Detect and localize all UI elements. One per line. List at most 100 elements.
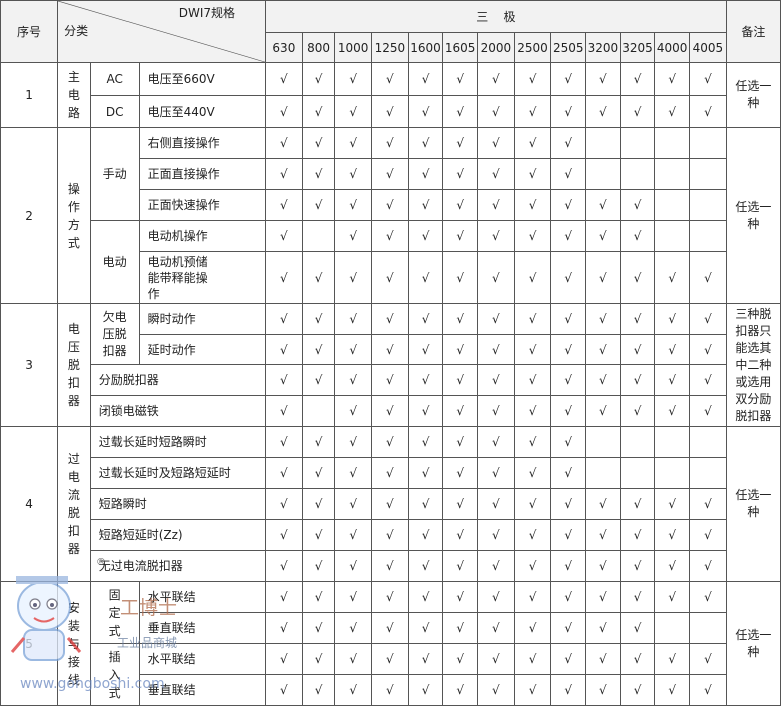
check-cell: √ xyxy=(585,364,621,396)
remark-cell: 任选一种 xyxy=(725,127,781,304)
check-cell: √ xyxy=(265,158,303,190)
row-desc: 瞬时动作 xyxy=(138,303,267,335)
check-cell: √ xyxy=(550,303,587,335)
check-cell: √ xyxy=(550,488,587,520)
check-cell: √ xyxy=(619,519,656,551)
check-cell: √ xyxy=(619,488,656,520)
check-cell: √ xyxy=(513,303,552,335)
check-cell: √ xyxy=(654,303,691,335)
row-desc: 分励脱扣器 xyxy=(89,364,267,396)
row-desc: 垂直联结 xyxy=(138,674,267,706)
check-cell: √ xyxy=(442,95,479,128)
empty-cell xyxy=(689,189,727,221)
seq-header: 序号 xyxy=(0,0,59,63)
check-cell: √ xyxy=(265,550,303,582)
check-cell: √ xyxy=(407,303,444,335)
check-cell: √ xyxy=(550,334,587,365)
check-cell: √ xyxy=(550,612,587,644)
seq-cell: 3 xyxy=(0,303,59,427)
check-cell: √ xyxy=(689,550,727,582)
seq-cell: 4 xyxy=(0,426,59,582)
check-cell: √ xyxy=(265,488,303,520)
check-cell: √ xyxy=(619,643,656,675)
category-label: 分类 xyxy=(64,24,89,38)
seq-cell: 1 xyxy=(0,62,59,128)
check-cell: √ xyxy=(407,643,444,675)
check-cell: √ xyxy=(407,488,444,520)
check-cell: √ xyxy=(689,581,727,613)
pole-header: 三 极 xyxy=(265,0,727,33)
check-cell: √ xyxy=(407,457,444,489)
check-cell: √ xyxy=(442,220,479,252)
check-cell: √ xyxy=(265,334,303,365)
check-cell: √ xyxy=(265,643,303,675)
check-cell: √ xyxy=(265,189,303,221)
check-cell: √ xyxy=(654,395,691,427)
check-cell: √ xyxy=(477,643,515,675)
check-cell: √ xyxy=(371,251,409,304)
empty-cell xyxy=(689,426,727,458)
check-cell: √ xyxy=(654,334,691,365)
row-desc: 电压至440V xyxy=(138,95,267,128)
check-cell: √ xyxy=(407,189,444,221)
check-cell: √ xyxy=(407,612,444,644)
group-name-operation: 操作方式 xyxy=(57,127,91,304)
check-cell: √ xyxy=(265,220,303,252)
empty-cell xyxy=(689,220,727,252)
check-cell: √ xyxy=(619,334,656,365)
check-cell: √ xyxy=(550,643,587,675)
check-cell: √ xyxy=(301,95,336,128)
check-cell: √ xyxy=(513,189,552,221)
check-cell: √ xyxy=(619,674,656,706)
check-cell: √ xyxy=(619,62,656,96)
check-cell: √ xyxy=(619,189,656,221)
check-cell: √ xyxy=(513,62,552,96)
empty-cell xyxy=(689,612,727,644)
check-cell: √ xyxy=(513,95,552,128)
check-cell: √ xyxy=(654,488,691,520)
empty-cell xyxy=(654,426,691,458)
check-cell: √ xyxy=(654,95,691,128)
check-cell: √ xyxy=(371,426,409,458)
check-cell: √ xyxy=(301,251,336,304)
check-cell: √ xyxy=(265,674,303,706)
check-cell: √ xyxy=(477,303,515,335)
check-cell: √ xyxy=(689,395,727,427)
check-cell: √ xyxy=(654,674,691,706)
check-cell: √ xyxy=(407,95,444,128)
check-cell: √ xyxy=(654,643,691,675)
sub-plug-in: 插入式 xyxy=(89,643,140,706)
check-cell: √ xyxy=(371,457,409,489)
check-cell: √ xyxy=(442,334,479,365)
check-cell: √ xyxy=(585,612,621,644)
sub-undervoltage: 欠电 压脱 扣器 xyxy=(89,303,140,365)
check-cell: √ xyxy=(371,220,409,252)
check-cell: √ xyxy=(334,674,373,706)
group-name-installation: 安装与接线 xyxy=(57,581,91,706)
check-cell: √ xyxy=(550,251,587,304)
check-cell: √ xyxy=(265,395,303,427)
check-cell: √ xyxy=(477,674,515,706)
check-cell: √ xyxy=(442,581,479,613)
row-desc: 延时动作 xyxy=(138,334,267,365)
row-desc: 右侧直接操作 xyxy=(138,127,267,159)
check-cell: √ xyxy=(477,550,515,582)
check-cell: √ xyxy=(334,62,373,96)
check-cell: √ xyxy=(371,488,409,520)
check-cell: √ xyxy=(689,674,727,706)
check-cell: √ xyxy=(477,127,515,159)
row-desc: 电动机操作 xyxy=(138,220,267,252)
empty-cell xyxy=(654,457,691,489)
check-cell: √ xyxy=(407,158,444,190)
row-label-ac: AC xyxy=(89,62,140,96)
remark-cell: 三种脱 扣器只 能选其 中二种 或选用 双分励 脱扣器 xyxy=(725,303,781,427)
row-desc: 电动机预储 能带释能操作 xyxy=(138,251,267,304)
check-cell: √ xyxy=(513,158,552,190)
rating-header-630: 630 xyxy=(265,32,303,63)
check-cell: √ xyxy=(689,95,727,128)
sub-fixed: 固定式 xyxy=(89,581,140,644)
empty-cell xyxy=(619,127,656,159)
check-cell: √ xyxy=(619,95,656,128)
check-cell: √ xyxy=(442,303,479,335)
row-desc: 水平联结 xyxy=(138,581,267,613)
